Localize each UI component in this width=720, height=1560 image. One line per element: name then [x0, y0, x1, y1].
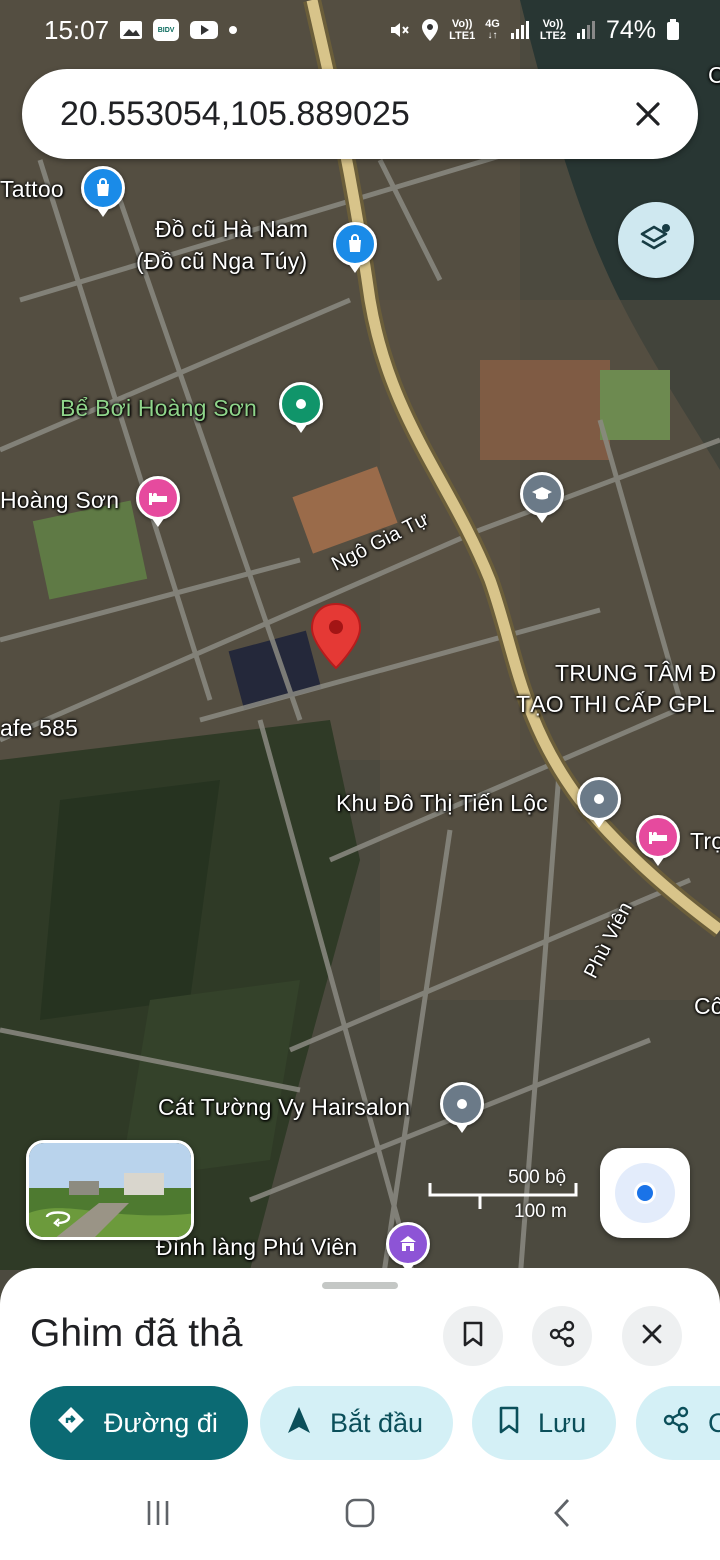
signal-icon	[576, 20, 596, 40]
back-button[interactable]	[542, 1495, 582, 1535]
label-khu-do-thi: Khu Đô Thị Tiến Lộc	[336, 790, 548, 816]
network-4g-icon: 4G ↓↑	[485, 18, 500, 41]
status-time: 15:07	[44, 14, 110, 45]
directions-label: Đường đi	[104, 1407, 218, 1438]
label-dinh-lang-phu-vien: Đình làng Phú Viên	[156, 1234, 358, 1260]
sim1-volte-icon: Vo)) LTE1	[449, 18, 475, 42]
mute-icon	[387, 18, 411, 42]
bidv-label: BIDV	[157, 26, 175, 34]
share-label: C	[708, 1407, 720, 1438]
label-corner-c: C	[708, 62, 720, 88]
shopping-bag-icon[interactable]	[333, 222, 377, 273]
share-icon	[662, 1406, 690, 1441]
net-top: 4G	[485, 18, 500, 30]
pool-icon[interactable]	[279, 382, 323, 433]
search-bar[interactable]: 20.553054,105.889025	[22, 69, 698, 159]
gallery-icon	[119, 19, 143, 41]
sim2-bottom: LTE2	[539, 30, 566, 42]
label-tattoo: Tattoo	[0, 176, 64, 202]
temple-icon[interactable]	[386, 1222, 430, 1273]
street-view-thumbnail[interactable]	[26, 1140, 194, 1240]
sim1-top: Vo))	[451, 18, 473, 30]
sim2-volte-icon: Vo)) LTE2	[540, 18, 566, 42]
label-cafe-585: afe 585	[0, 715, 79, 741]
label-tro: Trọ	[690, 828, 720, 854]
shopping-bag-icon[interactable]	[81, 166, 125, 217]
label-do-cu-nga-tuy: (Đồ cũ Nga Túy)	[136, 248, 308, 274]
dot-icon	[229, 26, 238, 34]
hotel-icon[interactable]	[636, 815, 680, 866]
recent-apps-button[interactable]	[138, 1495, 178, 1535]
save-bookmark-button[interactable]	[443, 1306, 503, 1366]
label-trung-tam-2: TẠO THI CẤP GPL	[516, 691, 715, 717]
navigation-arrow-icon	[286, 1405, 312, 1442]
dropped-pin-icon[interactable]	[310, 602, 362, 675]
place-icon[interactable]	[577, 777, 621, 828]
start-button[interactable]: Bắt đầu	[260, 1386, 454, 1460]
close-icon	[641, 1323, 663, 1350]
rotate-360-icon	[43, 1207, 73, 1232]
share-chip-button[interactable]: C	[636, 1386, 720, 1460]
battery-percent: 74%	[605, 15, 656, 44]
scale-meters: 100 m	[514, 1201, 567, 1222]
bookmark-icon	[498, 1406, 520, 1441]
sim1-bottom: LTE1	[449, 30, 476, 42]
system-nav-bar	[0, 1470, 720, 1560]
location-icon	[421, 18, 439, 42]
sheet-drag-handle[interactable]	[322, 1282, 398, 1289]
directions-button[interactable]: Đường đi	[30, 1386, 248, 1460]
label-co: Cô	[694, 993, 720, 1019]
sheet-title: Ghim đã thả	[30, 1312, 243, 1355]
share-icon	[548, 1320, 576, 1353]
directions-icon	[56, 1405, 86, 1442]
battery-icon	[666, 19, 680, 41]
youtube-icon	[189, 19, 219, 41]
label-do-cu-ha-nam: Đồ cũ Hà Nam	[155, 216, 309, 242]
home-icon	[344, 1497, 376, 1534]
search-query[interactable]: 20.553054,105.889025	[60, 95, 622, 134]
layers-icon	[639, 221, 673, 260]
label-be-boi-hoang-son: Bể Bơi Hoàng Sơn	[60, 395, 258, 421]
layers-button[interactable]	[618, 202, 694, 278]
start-label: Bắt đầu	[330, 1407, 424, 1438]
home-button[interactable]	[340, 1495, 380, 1535]
bidv-icon: BIDV	[153, 19, 180, 41]
save-chip-button[interactable]: Lưu	[472, 1386, 617, 1460]
sim2-top: Vo))	[542, 18, 564, 30]
back-icon	[550, 1497, 574, 1534]
label-hoang-son: Hoàng Sơn	[0, 487, 120, 513]
location-dot-icon	[615, 1163, 675, 1223]
label-trung-tam-1: TRUNG TÂM Đ	[555, 660, 717, 686]
school-icon[interactable]	[520, 472, 564, 523]
map-scale: 500 bộ 100 m	[428, 1165, 578, 1225]
signal-icon	[510, 20, 530, 40]
share-button[interactable]	[532, 1306, 592, 1366]
label-cat-tuong-vy-hairsalon: Cát Tường Vy Hairsalon	[158, 1094, 411, 1120]
status-bar: 15:07 BIDV Vo)) LTE1 4G ↓↑ Vo)) LTE2 74%	[0, 0, 720, 60]
scale-feet: 500 bộ	[508, 1167, 567, 1188]
close-sheet-button[interactable]	[622, 1306, 682, 1366]
hotel-icon[interactable]	[136, 476, 180, 527]
bookmark-icon	[462, 1321, 484, 1352]
recent-apps-icon	[143, 1498, 173, 1533]
my-location-button[interactable]	[600, 1148, 690, 1238]
close-icon[interactable]	[622, 88, 674, 140]
place-icon[interactable]	[440, 1082, 484, 1133]
save-label: Lưu	[538, 1407, 587, 1438]
